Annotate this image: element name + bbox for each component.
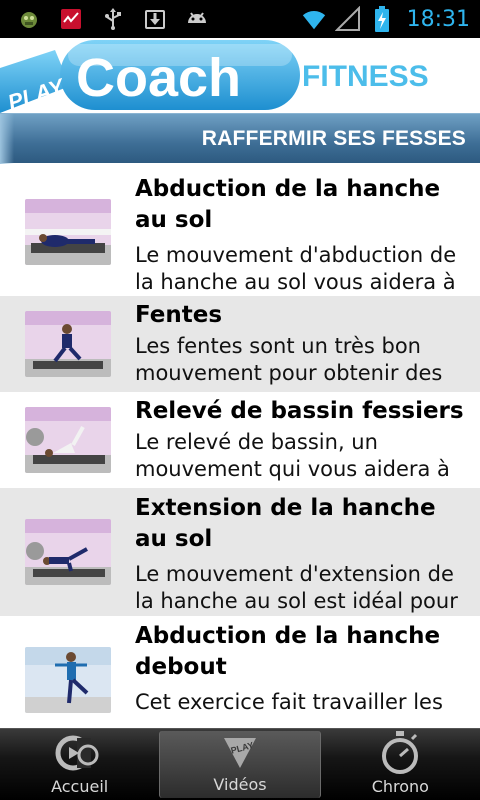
- tab-label: Chrono: [371, 777, 429, 796]
- tab-chrono[interactable]: Chrono: [321, 729, 480, 800]
- exercise-title: Extension de la hanche au sol: [135, 495, 436, 552]
- app-logo-banner: PLAY Coach FITNESS: [0, 38, 480, 113]
- status-clock: 18:31: [406, 6, 470, 32]
- home-coach-icon: [55, 731, 105, 775]
- exercise-item[interactable]: Extension de la hanche au sol Le mouveme…: [0, 488, 480, 616]
- exercise-description: Les fentes sont un très bon mouvement po…: [135, 334, 443, 385]
- tab-label: Vidéos: [213, 775, 267, 794]
- exercise-title: Relevé de bassin fessiers: [135, 398, 464, 424]
- section-header: RAFFERMIR SES FESSES: [0, 113, 480, 164]
- battery-charging-icon: [369, 6, 395, 32]
- exercise-description: Cet exercice fait travailler les: [135, 690, 443, 714]
- tab-label: Accueil: [51, 777, 109, 796]
- signal-icon: [334, 6, 361, 32]
- abduction-floor-thumbnail: [24, 199, 111, 265]
- activity-icon: [58, 6, 84, 32]
- exercise-item[interactable]: Abduction de la hanche debout Cet exerci…: [0, 616, 480, 728]
- download-icon: [142, 6, 168, 32]
- exercise-description: Le mouvement d'abduction de la hanche au…: [135, 243, 457, 294]
- play-video-icon: PLAY: [220, 731, 260, 773]
- exercise-title: Abduction de la hanche debout: [135, 623, 441, 680]
- wifi-icon: [301, 6, 327, 32]
- exercise-description: Le relevé de bassin, un mouvement qui vo…: [135, 430, 450, 481]
- exercise-title: Fentes: [135, 302, 223, 328]
- exercise-list[interactable]: Abduction de la hanche au sol Le mouveme…: [0, 168, 480, 728]
- page-title: RAFFERMIR SES FESSES: [201, 126, 466, 150]
- lunges-thumbnail: [24, 311, 111, 377]
- app-icon: [16, 6, 42, 32]
- logo-fitness-text: FITNESS: [302, 60, 429, 93]
- stopwatch-icon: [378, 731, 422, 775]
- usb-icon: [100, 6, 126, 32]
- standing-abduction-thumbnail: [24, 647, 111, 713]
- hip-extension-thumbnail: [24, 519, 111, 585]
- logo-coach-text: Coach: [76, 48, 241, 108]
- status-bar: 18:31: [0, 0, 480, 38]
- exercise-item[interactable]: Abduction de la hanche au sol Le mouveme…: [0, 168, 480, 296]
- tab-videos[interactable]: PLAY Vidéos: [159, 731, 321, 798]
- android-icon: [184, 6, 210, 32]
- pelvic-lift-thumbnail: [24, 407, 111, 473]
- exercise-description: Le mouvement d'extension de la hanche au…: [135, 562, 458, 613]
- exercise-title: Abduction de la hanche au sol: [135, 176, 441, 233]
- bottom-tab-bar: Accueil PLAY Vidéos Chrono: [0, 728, 480, 800]
- exercise-item[interactable]: Relevé de bassin fessiers Le relevé de b…: [0, 392, 480, 488]
- tab-accueil[interactable]: Accueil: [0, 729, 159, 800]
- coach-fitness-logo: PLAY Coach FITNESS: [0, 40, 429, 113]
- exercise-item[interactable]: Fentes Les fentes sont un très bon mouve…: [0, 296, 480, 392]
